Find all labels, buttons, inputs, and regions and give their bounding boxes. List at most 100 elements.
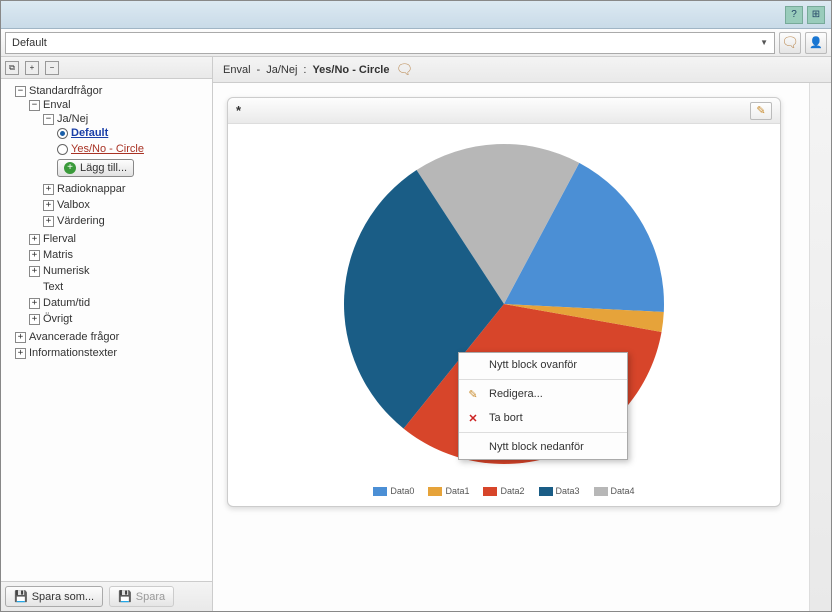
tree-node-flerval[interactable]: +Flerval (29, 233, 212, 245)
tree-node-datumtid[interactable]: +Datum/tid (29, 297, 212, 309)
expand-icon[interactable]: + (29, 234, 40, 245)
main-panel: Enval - Ja/Nej : Yes/No - Circle 🗨 * ✎ (213, 57, 831, 611)
expand-icon[interactable]: + (43, 216, 54, 227)
chart-card: * ✎ Data0 Data1 Data2 Data3 Data4 Nytt block… (227, 97, 781, 507)
tree-node-janej[interactable]: − Ja/Nej (43, 113, 212, 125)
expand-icon[interactable]: + (43, 200, 54, 211)
tree-label: Flerval (43, 233, 76, 245)
titlebar: ? ⊞ (1, 1, 831, 29)
menu-new-block-below[interactable]: Nytt block nedanför (459, 435, 627, 459)
tree-node-infotext[interactable]: +Informationstexter (15, 347, 212, 359)
sidebar-footer: 💾 Spara som... 💾 Spara (1, 581, 212, 611)
menu-edit[interactable]: ✎ Redigera... (459, 382, 627, 406)
tree-label: Radioknappar (57, 183, 126, 195)
remove-icon[interactable]: − (45, 61, 59, 75)
add-label: Lägg till... (80, 162, 127, 174)
tree-node-ovrigt[interactable]: +Övrigt (29, 313, 212, 325)
expand-icon[interactable]: + (29, 314, 40, 325)
content-area: ⧉ + − − Standardfrågor − (1, 57, 831, 611)
tree-label: Övrigt (43, 313, 72, 325)
tree-option-default[interactable]: Default (57, 127, 212, 139)
breadcrumb: Enval - Ja/Nej : Yes/No - Circle 🗨 (213, 57, 831, 83)
menu-label: Nytt block nedanför (489, 441, 584, 453)
tree-node-vardering[interactable]: +Värdering (43, 215, 212, 227)
tree-node-matris[interactable]: +Matris (29, 249, 212, 261)
help-icon[interactable]: ? (785, 6, 803, 24)
card-body: Data0 Data1 Data2 Data3 Data4 Nytt block ova… (228, 124, 780, 506)
tree-option-yesno-circle[interactable]: Yes/No - Circle (57, 143, 212, 155)
canvas: * ✎ Data0 Data1 Data2 Data3 Data4 Nytt block… (213, 83, 809, 611)
menu-delete[interactable]: ✕ Ta bort (459, 406, 627, 430)
tree-label: Standardfrågor (29, 85, 102, 97)
radio-icon[interactable] (57, 144, 68, 155)
copy-icon[interactable]: ⧉ (5, 61, 19, 75)
expand-icon[interactable]: + (29, 250, 40, 261)
tree-label: Numerisk (43, 265, 89, 277)
disk-icon: 💾 (14, 590, 28, 603)
legend-item: Data2 (483, 486, 524, 496)
tree-label: Datum/tid (43, 297, 90, 309)
tree-label: Default (71, 127, 108, 139)
pencil-icon[interactable]: ✎ (750, 102, 772, 120)
tree-node-advanced[interactable]: +Avancerade frågor (15, 331, 212, 343)
tree-label: Informationstexter (29, 347, 117, 359)
expand-icon[interactable]: + (29, 298, 40, 309)
tree-node-enval[interactable]: − Enval (29, 99, 212, 111)
save-label: Spara (136, 591, 165, 603)
chat-icon[interactable]: 🗨 (779, 32, 801, 54)
toolbar: Default 🗨 👤 (1, 29, 831, 57)
tree-label: Matris (43, 249, 73, 261)
layout-icon[interactable]: ⊞ (807, 6, 825, 24)
tree-label: Enval (43, 99, 71, 111)
legend-item: Data0 (373, 486, 414, 496)
tree-node-valbox[interactable]: +Valbox (43, 199, 212, 211)
crumb-current: Yes/No - Circle (312, 64, 389, 76)
expand-icon[interactable]: + (15, 348, 26, 359)
close-icon: ✕ (466, 411, 480, 425)
category-dropdown[interactable]: Default (5, 32, 775, 54)
save-button: 💾 Spara (109, 586, 174, 607)
user-icon[interactable]: 👤 (805, 32, 827, 54)
menu-new-block-above[interactable]: Nytt block ovanför (459, 353, 627, 377)
expand-icon[interactable]: + (43, 184, 54, 195)
sidebar: ⧉ + − − Standardfrågor − (1, 57, 213, 611)
tree-node-numerisk[interactable]: +Numerisk (29, 265, 212, 277)
pencil-icon: ✎ (466, 387, 480, 401)
tree-label: Värdering (57, 215, 105, 227)
sidebar-toolbar: ⧉ + − (1, 57, 212, 79)
menu-label: Redigera... (489, 388, 543, 400)
tree-node-radioknappar[interactable]: +Radioknappar (43, 183, 212, 195)
tree-label: Ja/Nej (57, 113, 88, 125)
menu-separator (459, 432, 627, 433)
add-icon[interactable]: + (25, 61, 39, 75)
tree-label: Valbox (57, 199, 90, 211)
expand-icon[interactable]: + (29, 266, 40, 277)
menu-label: Nytt block ovanför (489, 359, 577, 371)
collapse-icon[interactable]: − (15, 86, 26, 97)
context-menu: Nytt block ovanför ✎ Redigera... ✕ Ta bo… (458, 352, 628, 460)
save-as-button[interactable]: 💾 Spara som... (5, 586, 103, 607)
collapse-icon[interactable]: − (43, 114, 54, 125)
chart-legend: Data0 Data1 Data2 Data3 Data4 (373, 486, 634, 496)
app-window: ? ⊞ Default 🗨 👤 ⧉ + − − Standardfrågor (0, 0, 832, 612)
tree-label: Yes/No - Circle (71, 143, 144, 155)
legend-item: Data3 (539, 486, 580, 496)
tree-node-standard[interactable]: − Standardfrågor (15, 85, 212, 97)
tree-node-text[interactable]: Text (29, 281, 212, 293)
legend-item: Data1 (428, 486, 469, 496)
chat-icon[interactable]: 🗨 (396, 61, 414, 78)
menu-separator (459, 379, 627, 380)
radio-icon[interactable] (57, 128, 68, 139)
card-header: * ✎ (228, 98, 780, 124)
expand-icon[interactable]: + (15, 332, 26, 343)
crumb-part: Ja/Nej (266, 64, 297, 76)
collapse-icon[interactable]: − (29, 100, 40, 111)
tree-label: Avancerade frågor (29, 331, 119, 343)
tree-label: Text (43, 281, 63, 293)
save-as-label: Spara som... (32, 591, 94, 603)
dropdown-value: Default (12, 37, 47, 49)
right-strip (809, 83, 831, 611)
legend-item: Data4 (594, 486, 635, 496)
disk-icon: 💾 (118, 590, 132, 603)
add-option-button[interactable]: + Lägg till... (57, 159, 134, 177)
